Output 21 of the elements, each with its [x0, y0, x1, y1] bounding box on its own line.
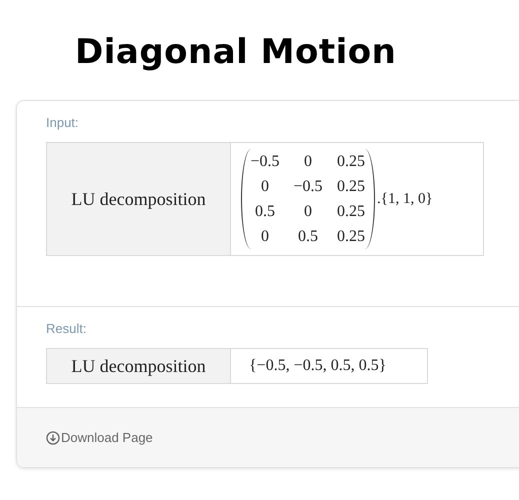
matrix-entry: 0 [303, 202, 313, 222]
matrix-entry: −0.5 [292, 177, 324, 197]
matrix-entry: 0.25 [336, 202, 366, 222]
matrix-entry: −0.5 [249, 152, 281, 172]
matrix-entry: 0 [260, 227, 270, 247]
matrix-entry: 0.25 [336, 152, 366, 172]
matrix-entry: 0.25 [336, 177, 366, 197]
download-icon [46, 430, 60, 444]
matrix-entry: 0 [303, 152, 313, 172]
section-label: Input: [46, 115, 80, 130]
matrix-entry: 0.25 [336, 227, 366, 247]
matrix-entry: 0 [260, 177, 270, 197]
download-link[interactable]: Download Page [46, 430, 153, 445]
matrix-entry: 0.5 [297, 227, 319, 247]
section-label: Result: [46, 321, 88, 336]
table-cell-text: {−0.5, −0.5, 0.5, 0.5} [248, 356, 388, 376]
vector-text: .{1, 1, 0} [377, 190, 433, 208]
table-cell: LU decomposition [47, 143, 231, 255]
matrix-entry: 0.5 [254, 202, 276, 222]
table-cell: LU decomposition [47, 349, 231, 383]
page-title: Diagonal Motion [74, 31, 398, 68]
